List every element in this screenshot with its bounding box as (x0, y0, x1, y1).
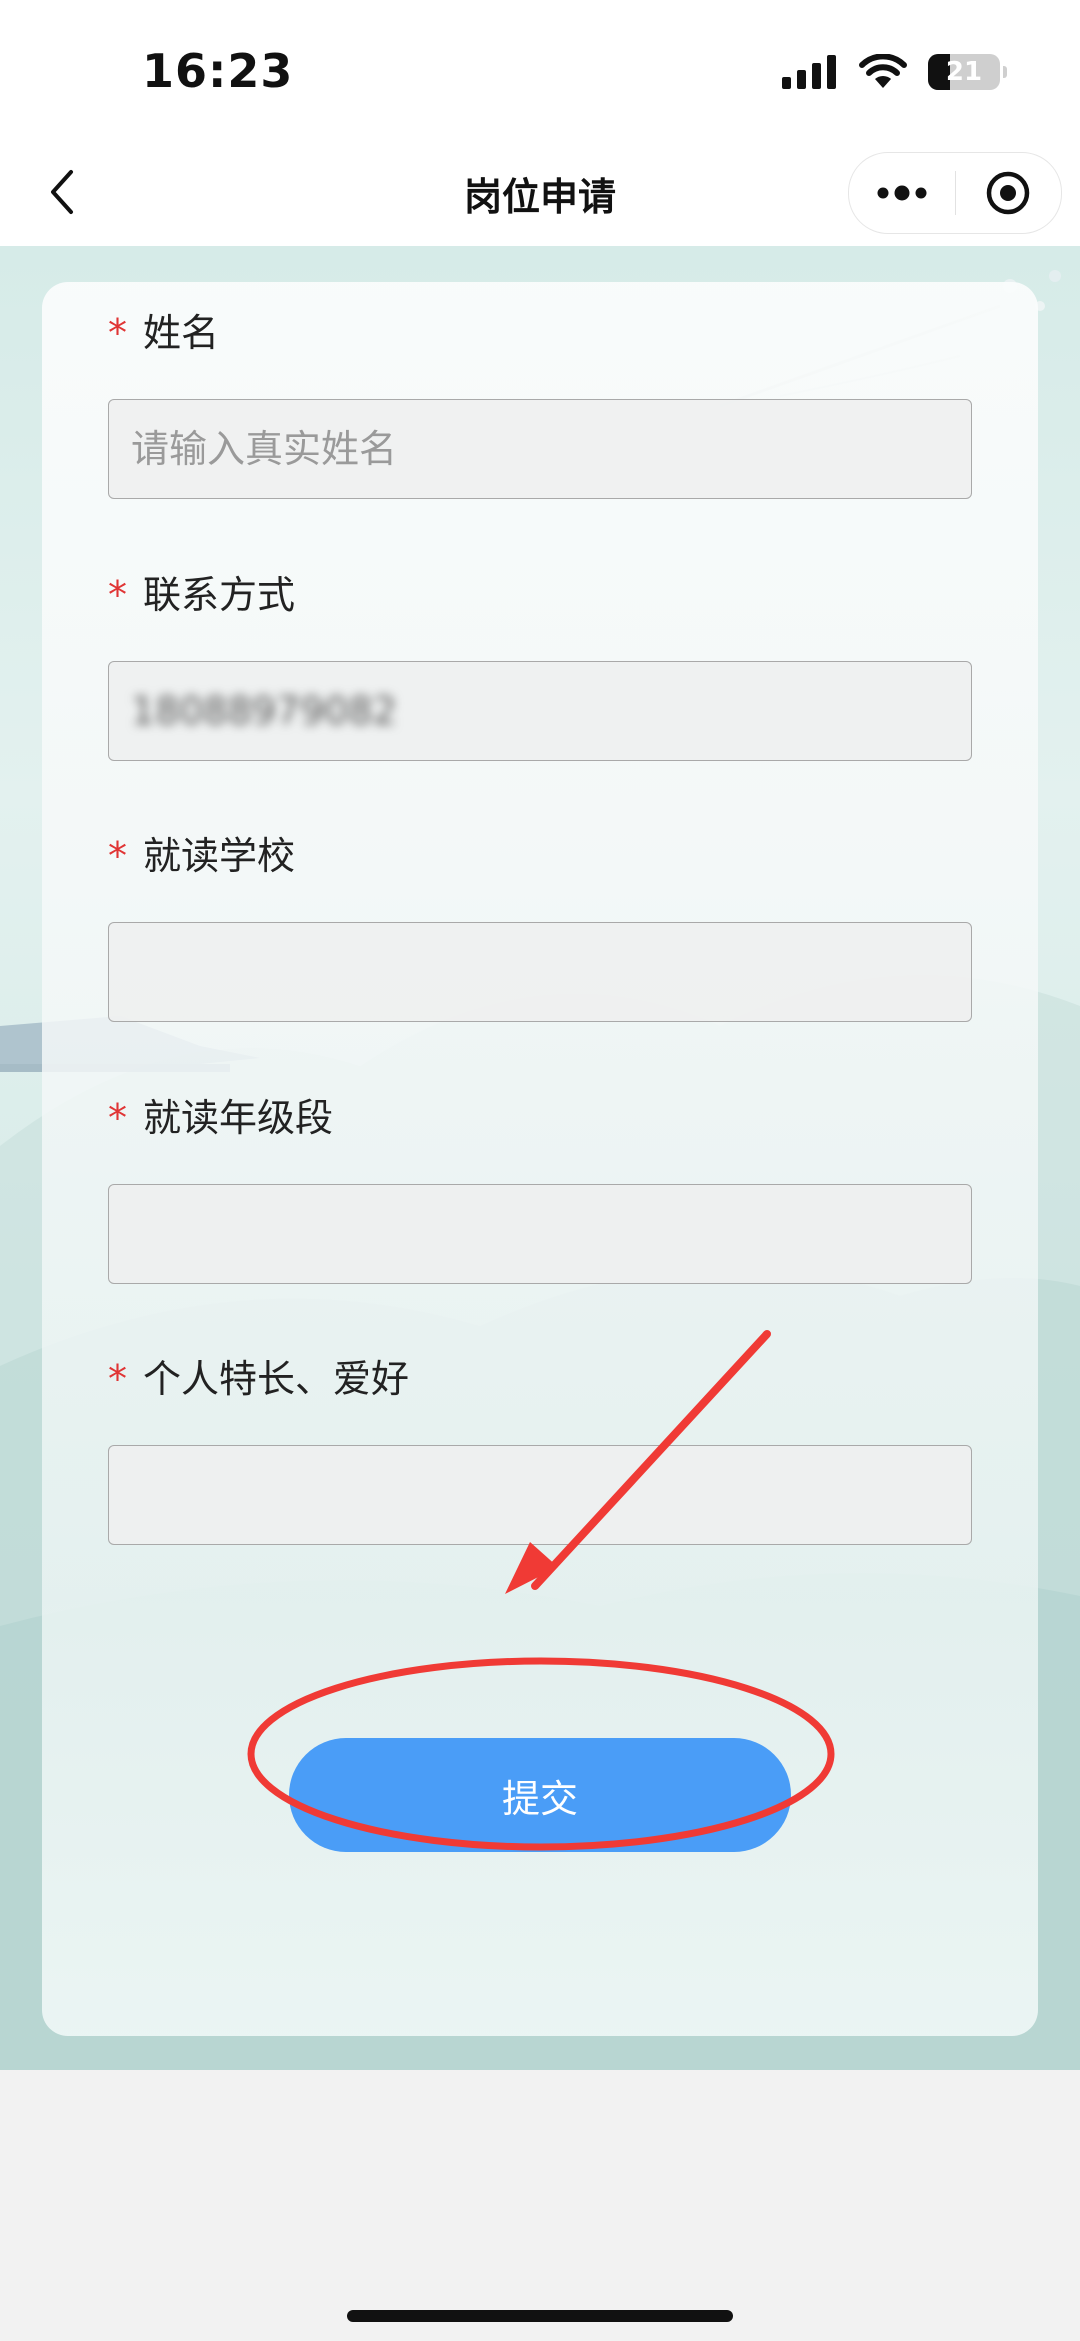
field-label-hobbies: * 个人特长、爱好 (108, 1357, 410, 1401)
signal-icon (782, 55, 836, 89)
mini-program-capsule (848, 152, 1062, 234)
application-form: *姓名 *联系方式 18088979082 *就读学校 *就读年级段 *个人特长… (42, 282, 1038, 2036)
required-mark: * (108, 573, 127, 617)
main-area: *姓名 *联系方式 18088979082 *就读学校 *就读年级段 *个人特长… (0, 246, 1080, 2070)
status-bar: 16:23 21 (0, 0, 1080, 140)
field-label-name: * 姓名 (108, 311, 220, 355)
field-label-school: * 就读学校 (108, 834, 296, 878)
status-icons: 21 (782, 52, 1007, 92)
nav-bar: 岗位申请 (0, 140, 1080, 246)
grade-input[interactable] (108, 1184, 972, 1284)
contact-input[interactable]: 18088979082 (108, 661, 972, 761)
contact-value: 18088979082 (131, 689, 397, 733)
target-circle-icon (987, 171, 1030, 215)
more-dots-icon (877, 185, 927, 201)
battery-icon: 21 (928, 54, 1007, 90)
battery-level: 21 (945, 57, 983, 87)
required-mark: * (108, 311, 127, 355)
required-mark: * (108, 1096, 127, 1140)
field-label-contact: * 联系方式 (108, 573, 296, 617)
home-indicator (347, 2310, 733, 2322)
wifi-icon (859, 54, 907, 88)
more-button[interactable] (849, 153, 955, 233)
field-label-grade: * 就读年级段 (108, 1096, 334, 1140)
submit-button[interactable]: 提交 (289, 1738, 791, 1852)
required-mark: * (108, 834, 127, 878)
name-input[interactable] (108, 399, 972, 499)
required-mark: * (108, 1357, 127, 1401)
close-miniprogram-button[interactable] (956, 153, 1062, 233)
status-time: 16:23 (142, 44, 294, 98)
hobbies-input[interactable] (108, 1445, 972, 1545)
school-input[interactable] (108, 922, 972, 1022)
